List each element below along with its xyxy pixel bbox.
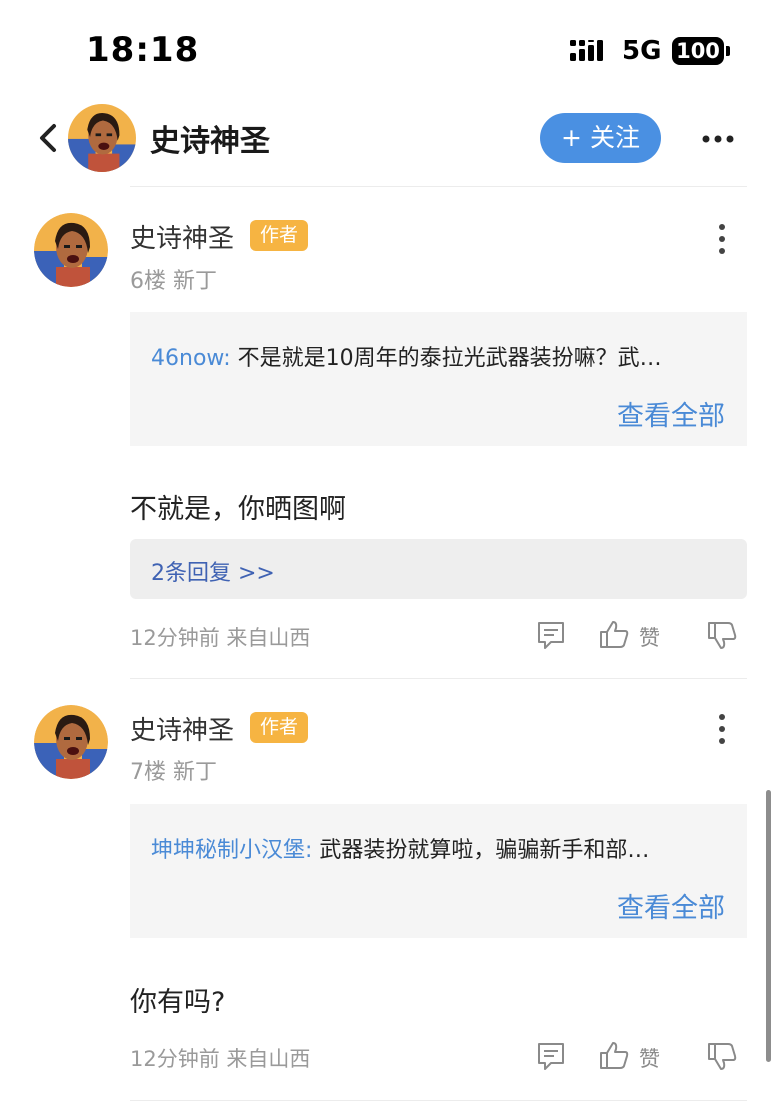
chevron-left-icon[interactable] — [36, 122, 60, 154]
quote-line: 坤坤秘制小汉堡: 武器装扮就算啦，骗骗新手和部… — [151, 832, 721, 864]
user-tag: 新丁 — [173, 269, 218, 294]
floor-label: 6楼 新丁 — [130, 263, 217, 295]
author-badge: 作者 — [250, 220, 308, 251]
quote-line: 46now: 不是就是10周年的泰拉光武器装扮嘛？武… — [151, 340, 721, 372]
user-tag: 新丁 — [173, 760, 218, 785]
quoted-comment: 坤坤秘制小汉堡: 武器装扮就算啦，骗骗新手和部… 查看全部 — [130, 804, 747, 938]
more-vertical-icon[interactable] — [712, 712, 732, 748]
page-title: 史诗神圣 — [150, 124, 270, 159]
divider — [130, 1100, 747, 1101]
post-time: 12分钟前 — [130, 1047, 220, 1071]
battery-icon: 100 — [672, 37, 724, 65]
battery-level: 100 — [676, 39, 720, 63]
username[interactable]: 史诗神圣 — [130, 218, 234, 255]
replies-link[interactable]: 2条回复 >> — [151, 555, 275, 587]
status-time: 18:18 — [86, 30, 200, 70]
status-bar: 18:18 5G 100 — [0, 0, 780, 100]
floor-number: 6楼 — [130, 269, 166, 294]
post-meta: 12分钟前 来自山西 — [130, 622, 310, 652]
battery-tip — [726, 46, 730, 56]
quote-username[interactable]: 坤坤秘制小汉堡: — [151, 838, 312, 863]
signal-icon — [570, 40, 603, 61]
thumbs-up-icon[interactable] — [598, 1039, 630, 1071]
avatar[interactable] — [68, 104, 136, 172]
thread-page: 18:18 5G 100 史诗神圣 + 关注 史诗神圣 作者 6楼 新丁 46n… — [0, 0, 780, 1108]
quote-username[interactable]: 46now: — [151, 346, 231, 371]
post-time: 12分钟前 — [130, 626, 220, 650]
post-location: 来自山西 — [226, 1047, 311, 1071]
thumbs-up-icon[interactable] — [598, 618, 630, 650]
avatar[interactable] — [34, 213, 108, 287]
avatar[interactable] — [34, 705, 108, 779]
thumbs-down-icon[interactable] — [706, 620, 738, 652]
follow-button[interactable]: + 关注 — [540, 113, 661, 163]
username[interactable]: 史诗神圣 — [130, 710, 234, 747]
more-vertical-icon[interactable] — [712, 222, 732, 258]
thumbs-down-icon[interactable] — [706, 1041, 738, 1073]
view-all-link[interactable]: 查看全部 — [617, 394, 725, 433]
comment-icon[interactable] — [536, 1041, 566, 1073]
author-badge: 作者 — [250, 712, 308, 743]
post-content: 不就是，你晒图啊 — [130, 494, 346, 525]
comment-icon[interactable] — [536, 620, 566, 652]
scrollbar[interactable] — [766, 790, 771, 1062]
post-meta: 12分钟前 来自山西 — [130, 1043, 310, 1073]
divider — [130, 678, 747, 679]
post-content: 你有吗? — [130, 987, 226, 1018]
view-all-link[interactable]: 查看全部 — [617, 886, 725, 925]
quote-text: 不是就是10周年的泰拉光武器装扮嘛？武… — [237, 346, 662, 371]
floor-label: 7楼 新丁 — [130, 754, 217, 786]
nav-header: 史诗神圣 + 关注 — [0, 100, 780, 186]
network-type: 5G — [622, 36, 662, 66]
divider — [130, 186, 747, 187]
post-location: 来自山西 — [226, 626, 311, 650]
like-label[interactable]: 赞 — [639, 1043, 660, 1073]
more-horizontal-icon[interactable] — [700, 124, 736, 154]
like-label[interactable]: 赞 — [639, 622, 660, 652]
floor-number: 7楼 — [130, 760, 166, 785]
replies-box[interactable]: 2条回复 >> — [130, 539, 747, 599]
quoted-comment: 46now: 不是就是10周年的泰拉光武器装扮嘛？武… 查看全部 — [130, 312, 747, 446]
quote-text: 武器装扮就算啦，骗骗新手和部… — [319, 838, 650, 863]
